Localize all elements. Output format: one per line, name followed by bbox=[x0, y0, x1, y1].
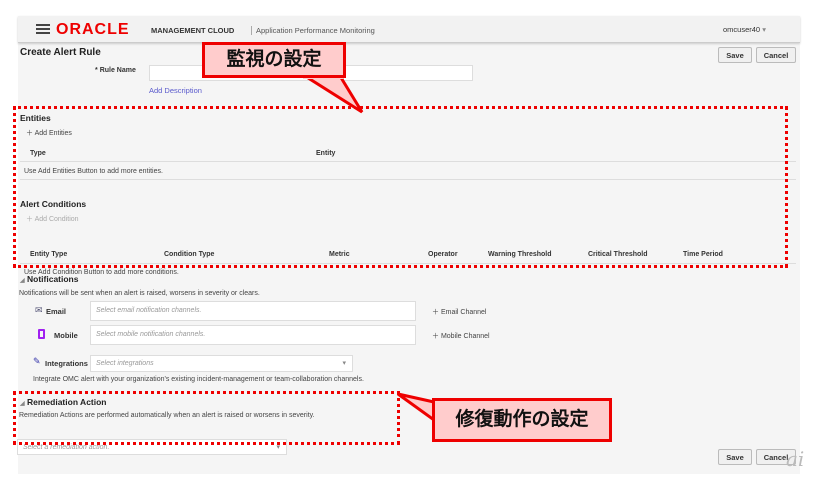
header: ORACLE MANAGEMENT CLOUD Application Perf… bbox=[18, 16, 800, 43]
add-mobile-channel-button[interactable]: ＋ Mobile Channel bbox=[432, 331, 490, 341]
required-marker: * bbox=[95, 67, 98, 74]
monitor-settings-callout: 監視の設定 bbox=[202, 42, 346, 78]
notifications-desc: Notifications will be sent when an alert… bbox=[19, 290, 260, 297]
plus-icon: ＋ bbox=[432, 309, 439, 316]
page-title: Create Alert Rule bbox=[20, 47, 101, 58]
dropdown-arrow-icon: ▾ bbox=[342, 360, 346, 367]
add-mobile-channel-label: Mobile Channel bbox=[440, 333, 490, 340]
email-label: Email bbox=[46, 307, 67, 316]
rule-name-text: Rule Name bbox=[99, 67, 136, 74]
plus-icon: ＋ bbox=[432, 333, 439, 340]
collapse-icon: ◢ bbox=[20, 278, 25, 284]
notifications-section[interactable]: ◢ Notifications bbox=[20, 274, 78, 284]
chevron-down-icon: ▾ bbox=[762, 25, 766, 34]
save-button-bottom[interactable]: Save bbox=[718, 449, 752, 465]
email-icon: ✉ bbox=[35, 305, 43, 315]
monitor-settings-highlight bbox=[13, 106, 788, 268]
remediation-highlight bbox=[13, 391, 400, 445]
rule-name-label: * Rule Name bbox=[95, 67, 136, 74]
integrations-placeholder: Select integrations bbox=[96, 360, 154, 367]
user-name: omcuser40 bbox=[723, 25, 761, 34]
integrations-select[interactable]: Select integrations ▾ bbox=[90, 355, 353, 372]
hamburger-menu-icon[interactable] bbox=[36, 24, 50, 34]
user-menu[interactable]: omcuser40 ▾ bbox=[723, 25, 766, 34]
add-description-link[interactable]: Add Description bbox=[149, 86, 202, 95]
product-name: MANAGEMENT CLOUD bbox=[151, 26, 235, 35]
mobile-icon bbox=[38, 329, 45, 339]
mobile-label: Mobile bbox=[54, 331, 78, 340]
save-button[interactable]: Save bbox=[718, 47, 752, 63]
callout-pointer-remediation bbox=[397, 392, 436, 423]
remediation-callout: 修復動作の設定 bbox=[432, 398, 612, 442]
watermark-logo: ai bbox=[786, 447, 805, 471]
notifications-title: Notifications bbox=[27, 274, 79, 284]
remediation-placeholder: Select a remediation action. bbox=[23, 444, 110, 451]
email-channels-input[interactable]: Select email notification channels. bbox=[90, 301, 416, 321]
integrations-icon: ✎ bbox=[33, 356, 41, 366]
callout-pointer-monitor bbox=[302, 76, 364, 114]
integrations-label: Integrations bbox=[45, 359, 88, 368]
integrations-desc: Integrate OMC alert with your organizati… bbox=[33, 376, 364, 383]
add-email-channel-button[interactable]: ＋ Email Channel bbox=[432, 307, 486, 317]
oracle-logo: ORACLE bbox=[56, 21, 130, 38]
mobile-channels-input[interactable]: Select mobile notification channels. bbox=[90, 325, 416, 345]
add-email-channel-label: Email Channel bbox=[440, 309, 487, 316]
cancel-button[interactable]: Cancel bbox=[756, 47, 796, 63]
app-name: Application Performance Monitoring bbox=[251, 26, 375, 35]
